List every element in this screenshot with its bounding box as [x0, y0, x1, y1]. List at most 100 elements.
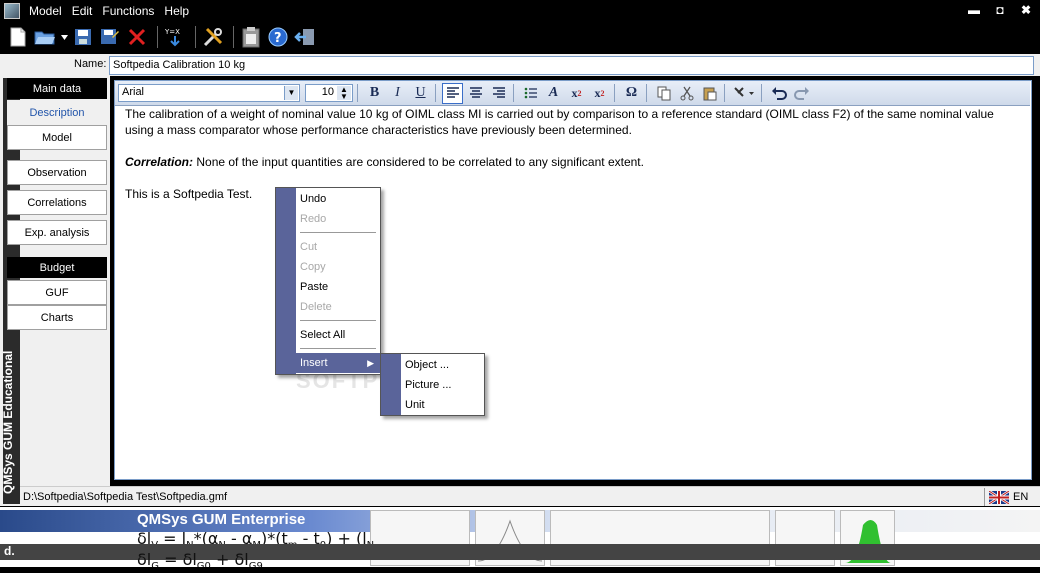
toolbar-separator — [761, 84, 762, 102]
window-controls: ▬ ◘ ✖ — [968, 3, 1032, 17]
toolbar-separator — [157, 26, 158, 48]
cut-icon[interactable] — [676, 83, 697, 104]
paste-icon[interactable] — [699, 83, 720, 104]
new-document-icon[interactable] — [6, 25, 30, 49]
font-select[interactable]: Arial ▼ — [118, 84, 300, 102]
document-content[interactable]: The calibration of a weight of nominal v… — [125, 106, 1015, 218]
nav-exp-analysis[interactable]: Exp. analysis — [7, 220, 107, 245]
open-folder-icon[interactable] — [33, 25, 57, 49]
toolbar-separator — [724, 84, 725, 102]
bullet-list-icon[interactable] — [520, 83, 541, 104]
banner-shade-label: d. — [4, 544, 15, 558]
file-path: D:\Softpedia\Softpedia Test\Softpedia.gm… — [23, 491, 228, 503]
save-icon[interactable] — [71, 25, 95, 49]
font-size-value: 10 — [321, 86, 334, 98]
svg-text:?: ? — [274, 31, 282, 46]
close-button[interactable]: ✖ — [1020, 3, 1032, 17]
status-bar: D:\Softpedia\Softpedia Test\Softpedia.gm… — [20, 486, 1040, 506]
menu-help[interactable]: Help — [159, 4, 194, 18]
redo-icon[interactable] — [791, 83, 812, 104]
delete-icon[interactable] — [125, 25, 149, 49]
correlation-label: Correlation: — [125, 155, 194, 169]
menu-functions[interactable]: Functions — [97, 4, 159, 18]
banner-formula-2: δlG = δlG0 + δlG9 — [137, 550, 263, 567]
save-as-icon[interactable] — [98, 25, 122, 49]
name-label: Name: — [74, 58, 107, 70]
exit-icon[interactable] — [293, 25, 317, 49]
correlation-text: None of the input quantities are conside… — [193, 155, 644, 169]
description-paragraph: The calibration of a weight of nominal v… — [125, 107, 994, 137]
clipboard-icon[interactable] — [239, 25, 263, 49]
ctx-select-all[interactable]: Select All — [300, 325, 378, 345]
nav-description[interactable]: Description — [7, 100, 107, 125]
ctx-paste[interactable]: Paste — [300, 277, 378, 297]
underline-button[interactable]: U — [410, 83, 431, 104]
font-select-value: Arial — [122, 86, 145, 98]
menu-edit[interactable]: Edit — [67, 4, 98, 18]
menu-separator — [300, 320, 376, 321]
ctx-undo[interactable]: Undo — [300, 189, 378, 209]
nav-observation[interactable]: Observation — [7, 160, 107, 185]
sub-picture[interactable]: Picture ... — [405, 375, 483, 395]
subscript-icon[interactable]: x2 — [589, 83, 610, 104]
chevron-down-icon[interactable]: ▼ — [284, 86, 298, 100]
toolbar-separator — [435, 84, 436, 102]
align-left-icon[interactable] — [442, 82, 463, 104]
toolbar-separator — [646, 84, 647, 102]
main-toolbar: Y=X ? — [0, 22, 1040, 52]
banner-title: QMSys GUM Enterprise — [137, 511, 306, 528]
format-toolbar: Arial ▼ 10 ▲ ▼ B I U A x2 x2 Ω — [115, 81, 1030, 106]
language-code: EN — [1013, 491, 1029, 503]
ctx-insert-label: Insert — [300, 357, 328, 369]
menu-separator — [300, 232, 376, 233]
context-menu: Undo Redo Cut Copy Paste Delete Select A… — [275, 187, 381, 375]
undo-icon[interactable] — [768, 83, 789, 104]
promo-banner: QMSys GUM Enterprise δlV = lN*(αN - αM)*… — [0, 507, 1040, 567]
svg-text:Y=X: Y=X — [164, 28, 180, 36]
toolbar-separator — [195, 26, 196, 48]
nav-model[interactable]: Model — [7, 125, 107, 150]
menu-gutter — [381, 354, 401, 415]
toolbar-separator — [357, 84, 358, 102]
symbol-button[interactable]: Ω — [621, 83, 642, 104]
bold-button[interactable]: B — [364, 83, 385, 104]
sidebar: QMSys GUM Educational Main data Descript… — [0, 76, 110, 506]
ctx-delete: Delete — [300, 301, 332, 313]
ctx-insert[interactable]: Insert ▶ — [277, 353, 380, 373]
spin-arrows-icon[interactable]: ▲ ▼ — [337, 86, 351, 101]
superscript-icon[interactable]: x2 — [566, 83, 587, 104]
restore-button[interactable]: ◘ — [994, 3, 1006, 17]
help-icon[interactable]: ? — [266, 25, 290, 49]
toolbar-separator — [233, 26, 234, 48]
formula-icon[interactable]: Y=X — [163, 25, 187, 49]
language-indicator[interactable]: EN — [984, 488, 1036, 506]
ctx-cut: Cut — [300, 241, 318, 253]
menu-gutter — [276, 188, 296, 374]
main-data-header: Main data — [7, 78, 107, 99]
insert-submenu: Object ... Picture ... Unit — [380, 353, 485, 416]
font-size-spinner[interactable]: 10 ▲ ▼ — [305, 84, 353, 102]
nav-guf[interactable]: GUF — [7, 280, 107, 305]
toolbar-separator — [614, 84, 615, 102]
minimize-button[interactable]: ▬ — [968, 3, 980, 17]
tools-icon[interactable] — [201, 25, 225, 49]
test-paragraph: This is a Softpedia Test. — [125, 187, 253, 201]
app-icon[interactable] — [4, 3, 20, 19]
uk-flag-icon — [989, 490, 1009, 504]
font-style-icon[interactable]: A — [543, 83, 564, 104]
chevron-right-icon: ▶ — [367, 358, 374, 368]
align-center-icon[interactable] — [465, 83, 486, 104]
italic-button[interactable]: I — [387, 83, 408, 104]
nav-correlations[interactable]: Correlations — [7, 190, 107, 215]
sub-unit[interactable]: Unit — [405, 395, 483, 415]
menu-separator — [300, 348, 376, 349]
name-input[interactable]: Softpedia Calibration 10 kg — [109, 56, 1034, 75]
highlight-icon[interactable] — [731, 83, 757, 104]
dropdown-arrow-icon[interactable] — [60, 25, 68, 49]
nav-charts[interactable]: Charts — [7, 305, 107, 330]
menu-model[interactable]: Model — [24, 4, 67, 18]
sub-object[interactable]: Object ... — [405, 355, 483, 375]
budget-header: Budget — [7, 257, 107, 278]
align-right-icon[interactable] — [488, 83, 509, 104]
copy-icon[interactable] — [653, 83, 674, 104]
